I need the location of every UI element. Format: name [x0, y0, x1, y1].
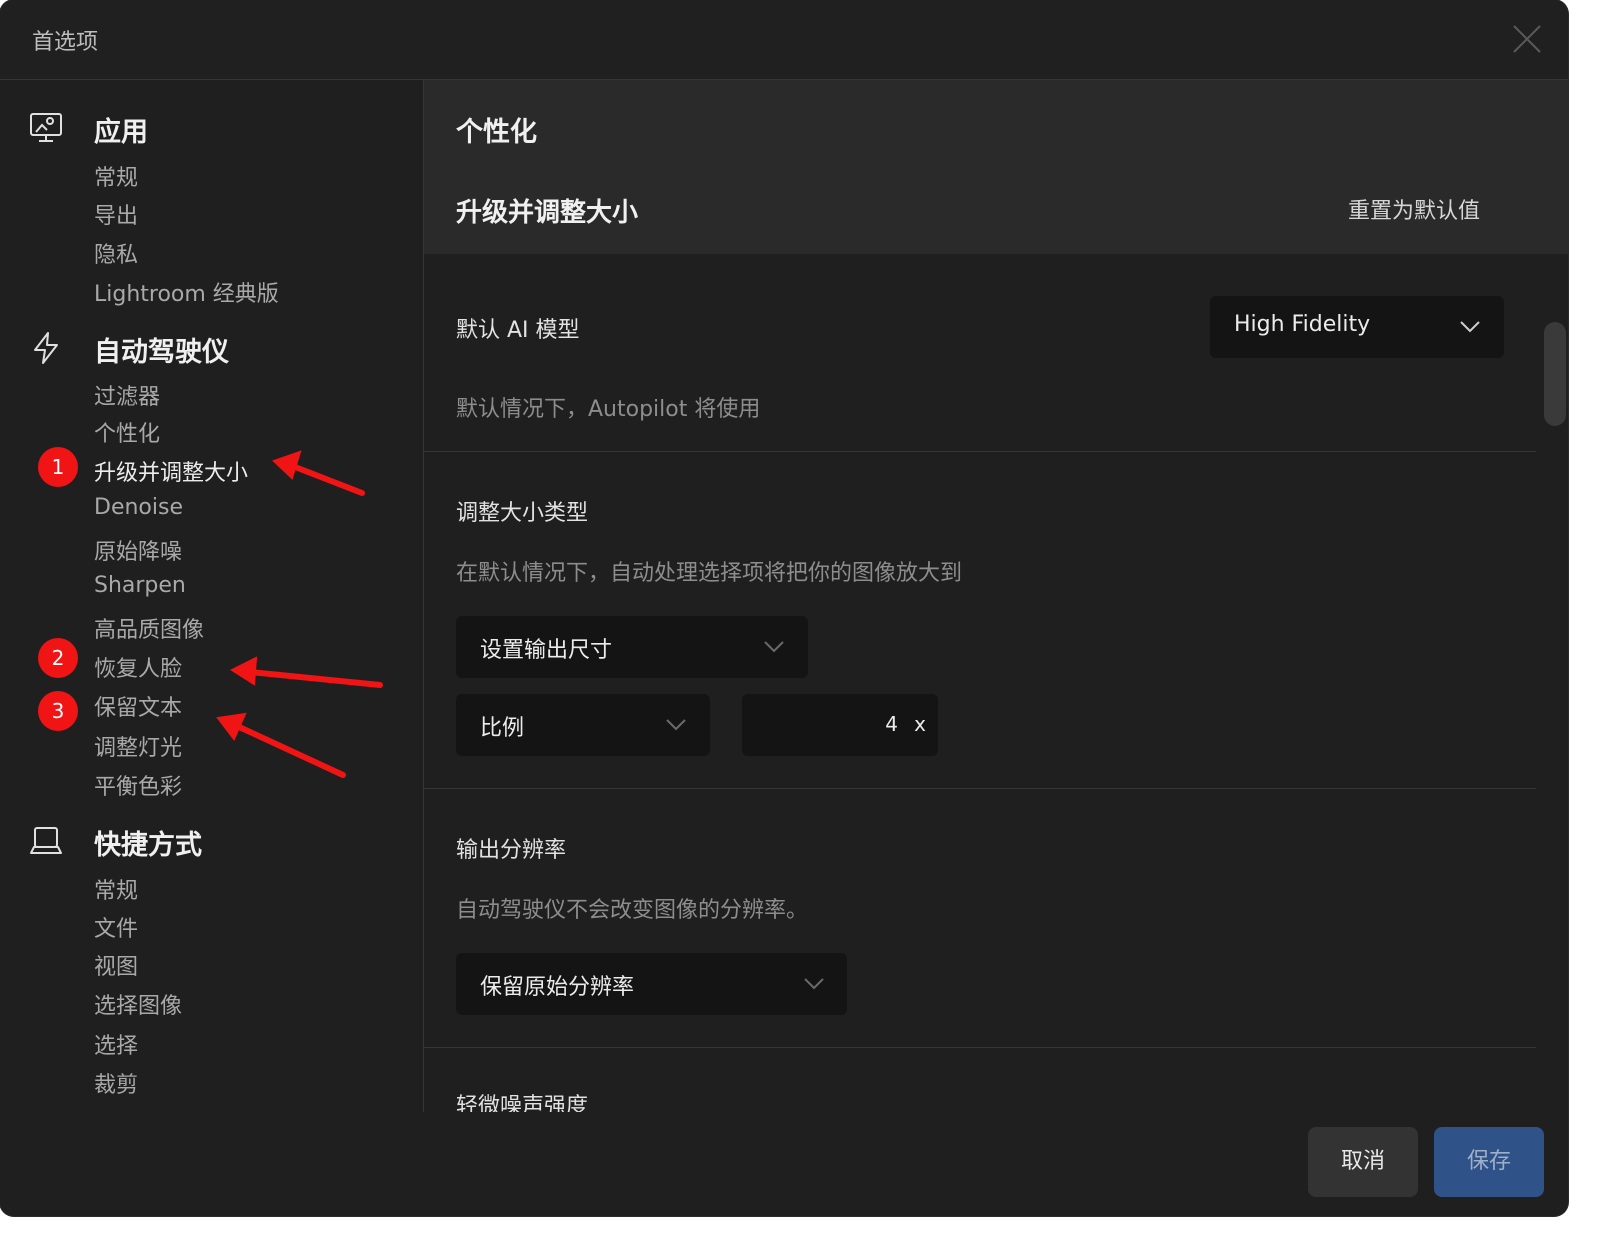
laptop-icon — [30, 827, 62, 854]
annotation-arrow-3 — [232, 722, 346, 778]
sidebar-item-sharpen[interactable]: Sharpen — [94, 573, 186, 598]
sidebar-item-select-image[interactable]: 选择图像 — [94, 988, 182, 1020]
resize-type-description: 在默认情况下，自动处理选择项将把你的图像放大到 — [456, 561, 963, 586]
scale-type-select[interactable]: 比例 — [456, 694, 710, 756]
sidebar-item-file[interactable]: 文件 — [94, 911, 138, 943]
group-title-autopilot: 自动驾驶仪 — [94, 337, 229, 368]
lightning-icon — [34, 332, 58, 364]
annotation-badge-3: 3 — [38, 691, 78, 731]
dialog-title: 首选项 — [32, 30, 99, 55]
chevron-down-icon — [764, 641, 784, 653]
scale-value-input[interactable]: 4 x — [742, 694, 938, 756]
divider — [424, 451, 1536, 452]
scale-type-value: 比例 — [480, 716, 525, 741]
reset-defaults-button[interactable]: 重置为默认值 — [1348, 193, 1480, 225]
sidebar-item-app-general[interactable]: 常规 — [94, 160, 138, 192]
annotation-arrow-2 — [247, 669, 383, 688]
sidebar-item-denoise[interactable]: Denoise — [94, 495, 183, 520]
resize-mode-select[interactable]: 设置输出尺寸 — [456, 616, 808, 678]
resize-mode-value: 设置输出尺寸 — [480, 638, 613, 663]
title-bar: 首选项 — [0, 0, 1568, 80]
ai-model-label: 默认 AI 模型 — [456, 318, 580, 343]
divider — [424, 1047, 1536, 1048]
annotation-arrowhead-2 — [229, 656, 258, 686]
chevron-down-icon — [666, 719, 686, 731]
annotation-arrowhead-1 — [272, 450, 302, 480]
sidebar-item-raw-denoise[interactable]: 原始降噪 — [94, 534, 182, 566]
annotation-arrows — [216, 450, 383, 778]
ai-model-description: 默认情况下，Autopilot 将使用 — [456, 397, 761, 422]
ai-model-select[interactable]: High Fidelity — [1210, 296, 1504, 358]
section-title: 个性化 — [456, 117, 537, 148]
sidebar-item-crop[interactable]: 裁剪 — [94, 1067, 138, 1099]
sidebar-item-export[interactable]: 导出 — [94, 198, 138, 230]
sidebar-nav: 应用 常规 导出 隐私 Lightroom 经典版 自动驾驶仪 过滤器 个性化 … — [0, 80, 424, 1112]
resize-type-label: 调整大小类型 — [456, 501, 589, 526]
cancel-button[interactable]: 取消 — [1308, 1127, 1418, 1197]
scale-unit: x — [914, 712, 926, 736]
subsection-title: 升级并调整大小 — [456, 198, 639, 228]
chevron-down-icon — [804, 978, 824, 990]
resolution-label: 输出分辨率 — [456, 838, 567, 863]
annotation-arrowhead-3 — [216, 712, 247, 741]
sidebar-item-adjust-lighting[interactable]: 调整灯光 — [94, 730, 182, 762]
scrollbar-thumb[interactable] — [1544, 322, 1566, 426]
noise-strength-label: 轻微噪声强度 — [456, 1094, 589, 1112]
preferences-dialog: 首选项 应用 常规 导出 隐私 Lightroom 经典版 自动驾驶仪 过滤器 … — [0, 0, 1568, 1216]
group-title-app: 应用 — [94, 117, 148, 148]
sidebar-item-hq-image[interactable]: 高品质图像 — [94, 612, 204, 644]
sidebar-item-preserve-text[interactable]: 保留文本 — [94, 690, 182, 722]
sidebar-item-balance-color[interactable]: 平衡色彩 — [94, 769, 182, 801]
resolution-description: 自动驾驶仪不会改变图像的分辨率。 — [456, 898, 809, 923]
sidebar-item-upscale-resize[interactable]: 升级并调整大小 — [94, 455, 248, 487]
ai-model-value: High Fidelity — [1234, 312, 1371, 337]
sidebar-item-lightroom[interactable]: Lightroom 经典版 — [94, 276, 279, 308]
chevron-down-icon — [1460, 321, 1480, 333]
sidebar-item-face-recovery[interactable]: 恢复人脸 — [94, 651, 182, 683]
annotation-badge-1: 1 — [38, 447, 78, 487]
annotation-arrow-1 — [287, 462, 365, 496]
sidebar-item-filters[interactable]: 过滤器 — [94, 379, 160, 411]
save-button[interactable]: 保存 — [1434, 1127, 1544, 1197]
scale-value: 4 — [885, 712, 898, 736]
resolution-select[interactable]: 保留原始分辨率 — [456, 953, 847, 1015]
close-icon[interactable] — [1510, 22, 1544, 56]
settings-content: 个性化 升级并调整大小 重置为默认值 默认 AI 模型 High Fidelit… — [424, 80, 1568, 1112]
sidebar-item-privacy[interactable]: 隐私 — [94, 237, 138, 269]
monitor-settings-icon — [30, 113, 62, 142]
resolution-value: 保留原始分辨率 — [480, 975, 635, 1000]
group-title-shortcuts: 快捷方式 — [94, 830, 202, 861]
content-header: 个性化 升级并调整大小 重置为默认值 — [424, 80, 1568, 254]
divider — [424, 788, 1536, 789]
annotation-badge-2: 2 — [38, 638, 78, 678]
sidebar-item-personalize[interactable]: 个性化 — [94, 416, 160, 448]
sidebar-item-select[interactable]: 选择 — [94, 1028, 138, 1060]
sidebar-item-shortcuts-general[interactable]: 常规 — [94, 873, 138, 905]
sidebar-item-view[interactable]: 视图 — [94, 949, 138, 981]
